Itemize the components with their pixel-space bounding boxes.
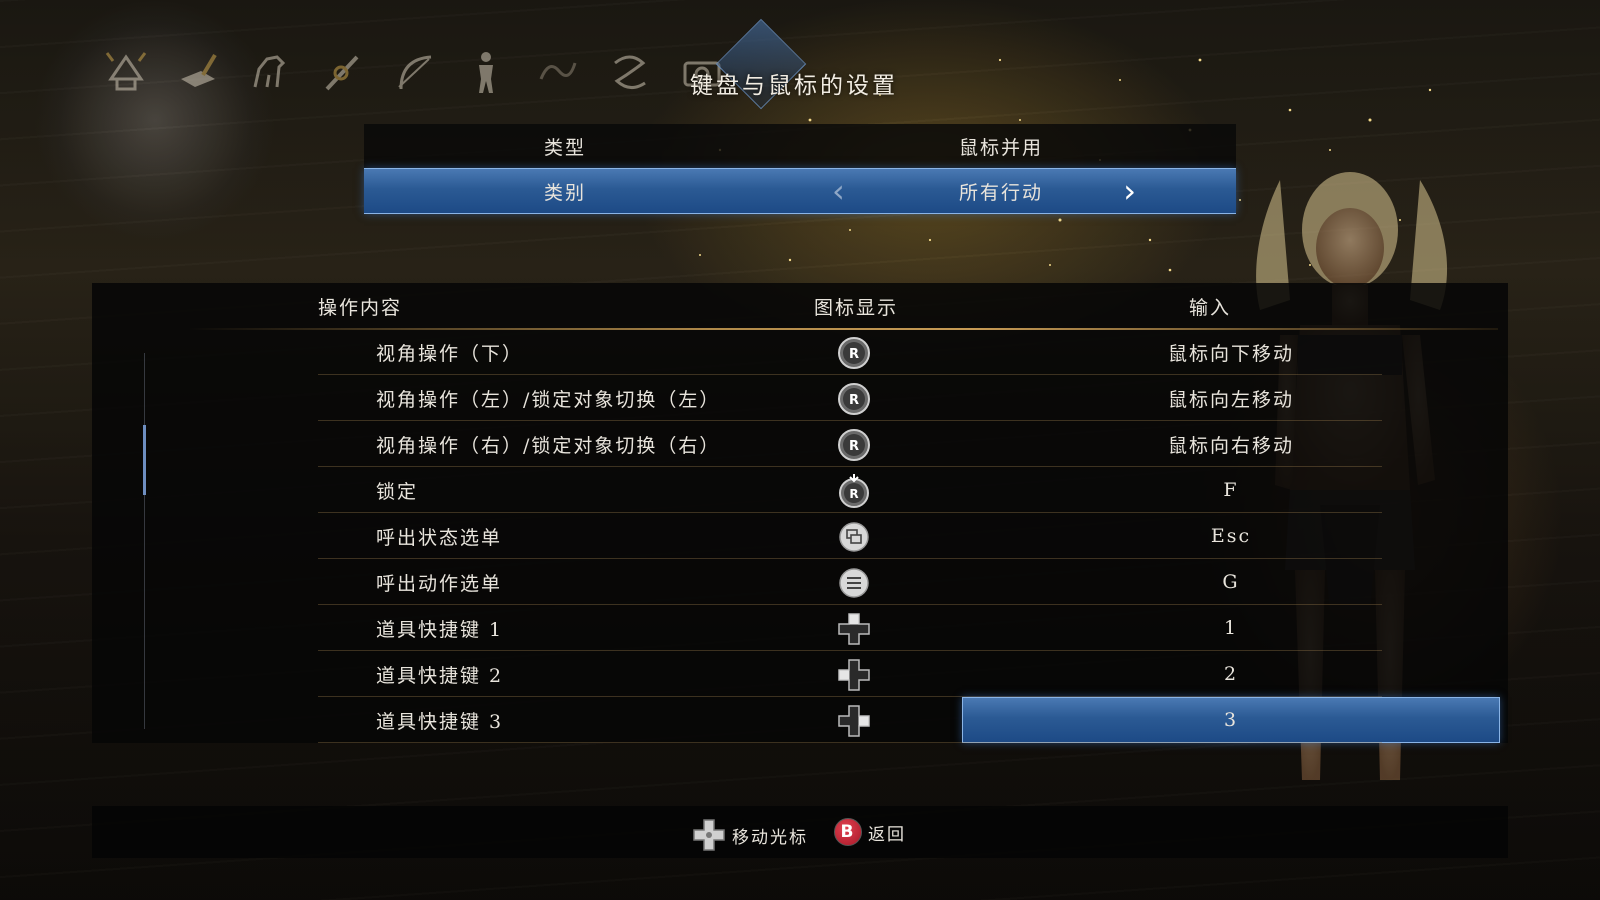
table-row[interactable]: 道具快捷键 2 2 <box>92 651 1508 697</box>
action-label: 道具快捷键 1 <box>376 619 504 641</box>
tab-lore[interactable] <box>604 46 656 98</box>
tab-equipment[interactable] <box>100 46 152 98</box>
menu-button-icon <box>839 568 869 598</box>
svg-text:R: R <box>849 439 859 454</box>
person-icon <box>479 52 493 93</box>
action-label: 呼出状态选单 <box>376 527 503 549</box>
dpad-up-icon <box>838 613 870 645</box>
setting-value-type: 鼠标并用 <box>958 136 1043 159</box>
samurai-helmet-icon <box>105 52 147 91</box>
hint-back[interactable]: B 返回 <box>834 818 906 846</box>
bow-icon <box>398 55 432 90</box>
setting-label-type: 类型 <box>543 136 586 159</box>
table-row[interactable]: 视角操作（左）/锁定对象切换（左） R 鼠标向左移动 <box>92 375 1508 421</box>
right-stick-icon: R <box>838 383 870 415</box>
setting-value-category-wrap: ‹ 所有行动 › <box>766 175 1236 207</box>
table-row[interactable]: 呼出状态选单 Esc <box>92 513 1508 559</box>
action-label: 视角操作（右）/锁定对象切换（右） <box>376 435 721 457</box>
menu-icon-bar <box>100 40 728 104</box>
setting-row-type[interactable]: 类型 鼠标并用 <box>364 124 1236 169</box>
action-label: 呼出动作选单 <box>376 573 503 595</box>
dragon-icon <box>539 62 577 80</box>
right-stick-press-icon: R <box>839 474 869 508</box>
tab-skills[interactable] <box>316 46 368 98</box>
input-binding[interactable]: 2 <box>962 651 1500 697</box>
action-label: 视角操作（左）/锁定对象切换（左） <box>376 389 721 411</box>
svg-text:R: R <box>849 487 858 501</box>
svg-text:R: R <box>849 393 859 408</box>
table-row[interactable]: 视角操作（右）/锁定对象切换（右） R 鼠标向右移动 <box>92 421 1508 467</box>
action-label: 道具快捷键 3 <box>376 711 504 733</box>
input-binding[interactable]: 1 <box>962 605 1500 651</box>
tab-character[interactable] <box>460 46 512 98</box>
setting-label-category: 类别 <box>543 181 586 204</box>
input-binding[interactable]: G <box>962 559 1500 605</box>
tab-guardian-spirit[interactable] <box>244 46 296 98</box>
dpad-icon <box>693 819 725 851</box>
serpent-icon <box>614 55 646 89</box>
header-icon: 图标显示 <box>814 297 899 319</box>
row-divider <box>318 742 1382 743</box>
view-button-icon <box>839 522 869 552</box>
action-label: 锁定 <box>376 481 419 503</box>
keybinding-table: 操作内容 图标显示 输入 视角操作（下） R 鼠标向下移动 视角操作（左）/锁定… <box>92 283 1508 743</box>
hint-back-label: 返回 <box>868 824 906 845</box>
input-binding[interactable]: Esc <box>962 513 1500 559</box>
table-row[interactable]: 呼出动作选单 G <box>92 559 1508 605</box>
input-binding-selected[interactable]: 3 <box>962 697 1500 743</box>
svg-text:R: R <box>849 347 859 362</box>
chevron-right-icon[interactable]: › <box>1123 175 1138 207</box>
action-label: 视角操作（下） <box>376 343 524 365</box>
tab-items[interactable] <box>172 46 224 98</box>
right-stick-icon: R <box>838 337 870 369</box>
chevron-left-icon[interactable]: ‹ <box>832 175 847 207</box>
header-action: 操作内容 <box>318 297 403 319</box>
header-input: 输入 <box>1189 297 1232 319</box>
input-binding[interactable]: F <box>962 467 1500 513</box>
tab-ranged[interactable] <box>388 46 440 98</box>
b-button-icon: B <box>834 818 862 846</box>
button-hints-bar: 移动光标 B 返回 <box>92 806 1508 858</box>
sword-gear-icon <box>325 55 359 91</box>
setting-value-category: 所有行动 <box>958 181 1043 204</box>
input-binding[interactable]: 鼠标向右移动 <box>962 421 1500 467</box>
hint-move-cursor[interactable]: 移动光标 <box>692 818 808 852</box>
right-stick-icon: R <box>838 429 870 461</box>
input-binding[interactable]: 鼠标向左移动 <box>962 375 1500 421</box>
dpad-left-icon <box>838 659 870 691</box>
action-label: 道具快捷键 2 <box>376 665 504 687</box>
table-row[interactable]: 道具快捷键 1 1 <box>92 605 1508 651</box>
tab-bestiary[interactable] <box>532 46 584 98</box>
dpad-right-icon <box>838 705 870 737</box>
scroll-brush-icon <box>181 53 217 87</box>
hint-move-label: 移动光标 <box>732 827 808 848</box>
table-row[interactable]: 锁定 R F <box>92 467 1508 513</box>
horse-icon <box>253 55 286 88</box>
page-title: 键盘与鼠标的设置 <box>690 73 898 99</box>
table-row[interactable]: 视角操作（下） R 鼠标向下移动 <box>92 329 1508 375</box>
table-row[interactable]: 道具快捷键 3 3 <box>92 697 1508 743</box>
input-binding[interactable]: 鼠标向下移动 <box>962 329 1500 375</box>
setting-row-category[interactable]: 类别 ‹ 所有行动 › <box>364 168 1236 214</box>
table-header: 操作内容 图标显示 输入 <box>92 283 1508 329</box>
